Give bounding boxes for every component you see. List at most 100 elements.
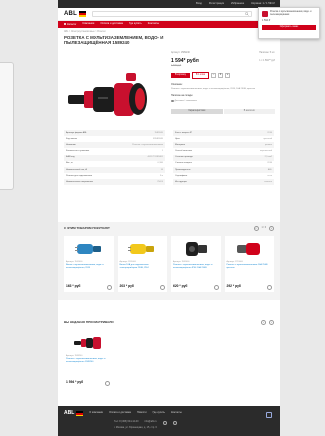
site-logo[interactable]: ABL: [64, 11, 86, 18]
login-link[interactable]: Вход: [196, 2, 202, 6]
plug-image: [74, 244, 101, 254]
product-card[interactable]: Артикул: 1581000 Розетка с мультизаземле…: [171, 236, 221, 292]
description-text: Розетка с мультизаземлением, водо- и пыл…: [171, 87, 256, 90]
nav-item-contacts[interactable]: Контакты: [148, 22, 159, 26]
logo-text: ABL: [64, 10, 77, 17]
card-image[interactable]: [66, 332, 110, 354]
nav-item-delivery[interactable]: Оплата и доставка: [100, 22, 123, 26]
card-article: Артикул: 1591000: [119, 261, 136, 263]
card-price: 1 594 * руб: [66, 380, 84, 385]
nav-label: Каталог: [67, 22, 77, 26]
cart-icon[interactable]: [160, 284, 165, 290]
quantity-minus-button[interactable]: −: [211, 72, 217, 78]
spec-value: 250 В: [157, 180, 163, 183]
footer-email[interactable]: info@abl.ru: [144, 421, 156, 424]
next-arrow-icon[interactable]: ›: [269, 320, 274, 325]
add-to-cart-button[interactable]: В корзину: [171, 72, 190, 79]
nav-item-company[interactable]: Компания: [82, 22, 94, 26]
viewed-product-card[interactable]: Артикул: 1589240 Розетка с мультизаземле…: [64, 330, 112, 388]
footer-link-contacts[interactable]: Контакты: [171, 412, 182, 415]
cart-item-text[interactable]: Розетка с мультизаземлением, водо- и пыл…: [270, 11, 316, 17]
card-name[interactable]: Розетка с мультизаземлением, водо- и пыл…: [66, 358, 110, 363]
prev-arrow-icon[interactable]: ‹: [261, 320, 266, 325]
card-name[interactable]: Розетка с мультизаземлением, водо- и пыл…: [173, 264, 219, 269]
viewed-title: Вы недавно просматривали: [64, 319, 114, 324]
spec-value: N1589240: [152, 137, 163, 140]
search-input[interactable]: [91, 11, 252, 17]
footer-phone[interactable]: Тел: 8 (495) 644-12-00: [114, 421, 138, 424]
product-card[interactable]: Артикул: 1541000 Вилка с мультизаземлени…: [64, 236, 114, 292]
footer-link-news[interactable]: Новости: [137, 412, 147, 415]
spec-key: EAN код: [66, 156, 75, 159]
cart-total: 1 594 ₽: [262, 19, 271, 22]
search-icon[interactable]: [245, 12, 249, 16]
viewed-header: Вы недавно просматривали ‹ ›: [64, 320, 274, 325]
spec-key: Разъем для подключения: [66, 174, 93, 177]
spec-value: есть: [267, 174, 272, 177]
social-fb-icon[interactable]: [172, 420, 177, 425]
old-price: 1 700 руб: [171, 65, 182, 68]
delivery-radio[interactable]: [171, 99, 174, 103]
power-socket-image: [74, 337, 101, 349]
card-image[interactable]: [66, 238, 112, 260]
card-name[interactable]: Вилка с мультизаземлением, водо- и пылез…: [66, 264, 112, 269]
product-price: 1 594* рубл: [171, 57, 199, 64]
footer-logo[interactable]: ABL: [64, 410, 84, 417]
footer-link-where-to-buy[interactable]: Где купить: [153, 412, 165, 415]
social-vk-icon[interactable]: [162, 420, 167, 425]
cart-icon[interactable]: [105, 380, 110, 386]
spec-key: Цвет: [175, 137, 180, 140]
product-card[interactable]: Артикул: 1719000 Розетка с мультизаземле…: [224, 236, 274, 292]
card-name[interactable]: Розетка с мультизаземлением 16А 250В кра…: [227, 264, 273, 269]
register-link[interactable]: Регистрация: [209, 2, 224, 6]
spec-value: Розетка с мультизаземлением: [132, 144, 163, 147]
top-bar: Вход Регистрация Избранное Корзина: 1 / …: [58, 0, 280, 8]
availability-label: Наличие: 5 шт.: [259, 52, 275, 54]
article-label: Артикул: 1589240: [171, 52, 190, 54]
spec-key: Вес, кг: [66, 162, 73, 165]
spec-key: Класс защиты IP: [175, 131, 193, 134]
socket-image: [237, 243, 261, 255]
cart-icon[interactable]: [213, 284, 219, 290]
checkout-button[interactable]: Оформить заказ: [262, 24, 316, 30]
tab-characteristics[interactable]: Характеристики: [171, 109, 223, 115]
specs-left: Артикул фирмы ABL 1589240 Код заказа N1589…: [64, 130, 165, 186]
cart-item-thumbnail: [262, 11, 269, 17]
card-article: Артикул: 1541000: [66, 261, 83, 263]
power-socket-image: [68, 73, 147, 116]
card-price: 292 * руб: [226, 284, 241, 289]
cart-icon[interactable]: [106, 284, 112, 290]
footer-address: г. Москва, ул. Бронницкая, д. 15, стр. 6: [114, 425, 157, 429]
footer-link-delivery[interactable]: Оплата и доставка: [109, 412, 131, 415]
spec-key: Сечение провода: [175, 156, 193, 159]
page: Вход Регистрация Избранное Корзина: 1 / …: [58, 0, 320, 436]
stock-heading: Наличие на складе:: [171, 94, 194, 98]
nav-item-catalog[interactable]: Каталог: [64, 22, 77, 27]
card-image[interactable]: [227, 238, 273, 260]
tab-in-stock[interactable]: В наличии: [223, 109, 275, 115]
spec-value: IP44: [267, 162, 273, 165]
footer-link-about[interactable]: О компании: [89, 412, 103, 415]
breadcrumb[interactable]: ABL > Электроустановочные > Розетки: [64, 31, 105, 34]
card-image[interactable]: [173, 238, 219, 260]
scroll-up-icon[interactable]: [266, 412, 272, 418]
delivery-radio-label: Доставка / самовывоз: [174, 99, 197, 102]
specs-right: Класс защиты IP IP44 Цвет красный Материал…: [173, 130, 274, 186]
product-card[interactable]: Артикул: 1591000 Вилка 16А для подключен…: [117, 236, 167, 292]
spec-key: Количество в упаковке: [66, 150, 90, 153]
nav-item-where-to-buy[interactable]: Где купить: [129, 22, 142, 26]
price-per-unit: 1 × 1 594** руб: [259, 60, 275, 63]
prev-arrow-icon[interactable]: ‹: [253, 226, 259, 231]
card-image[interactable]: [120, 238, 166, 260]
next-arrow-icon[interactable]: ›: [269, 226, 274, 231]
quantity-field[interactable]: 1: [218, 72, 224, 78]
quantity-plus-button[interactable]: +: [225, 72, 231, 78]
spec-key: Степень защиты: [175, 162, 192, 165]
cart-icon[interactable]: [267, 284, 272, 290]
one-click-button[interactable]: В 1 клик: [191, 72, 210, 79]
spec-key: Способ монтажа: [175, 150, 192, 153]
favorites-link[interactable]: Избранное: [231, 2, 244, 6]
card-name[interactable]: Вилка 16А для подключения электроприборо…: [120, 264, 166, 269]
spec-value: переносной: [260, 150, 272, 153]
cart-link[interactable]: Корзина: 1 / 1 594 ₽: [251, 2, 275, 6]
